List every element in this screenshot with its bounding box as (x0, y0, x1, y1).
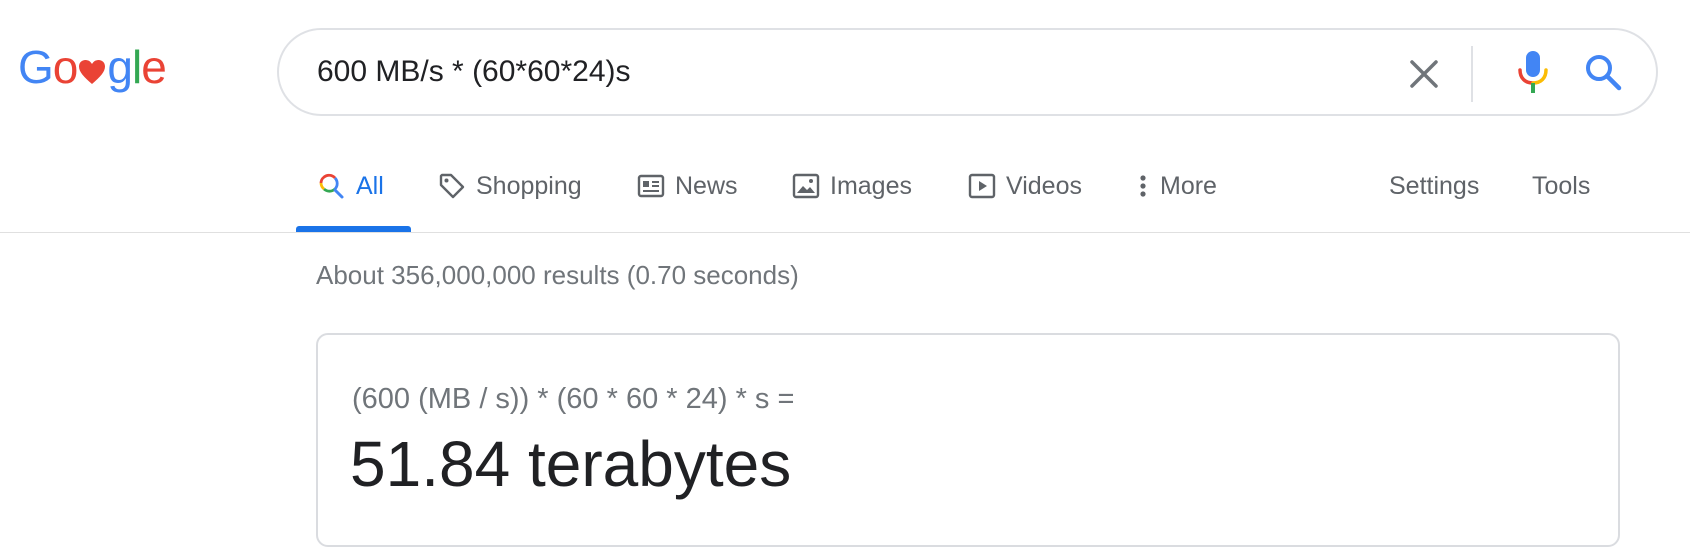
settings-link[interactable]: Settings (1389, 166, 1479, 206)
google-logo[interactable]: Go gle (18, 40, 167, 96)
tab-images-label: Images (830, 171, 912, 200)
tab-news[interactable]: News (637, 166, 738, 206)
image-icon (792, 173, 820, 199)
logo-letter-g: G (18, 41, 54, 93)
logo-letter-e: e (141, 41, 167, 93)
calculator-card: (600 (MB / s)) * (60 * 60 * 24) * s = 51… (316, 333, 1620, 547)
logo-letter-l: l (131, 41, 142, 93)
tabs-divider (0, 232, 1690, 233)
search-input[interactable] (317, 52, 1317, 92)
tab-videos[interactable]: Videos (968, 166, 1082, 206)
search-box (277, 28, 1658, 116)
search-icon (319, 173, 344, 199)
tools-label: Tools (1532, 171, 1591, 200)
result-stats: About 356,000,000 results (0.70 seconds) (316, 260, 799, 290)
voice-search-button[interactable] (1511, 48, 1555, 98)
play-icon (968, 173, 996, 199)
tab-videos-label: Videos (1006, 171, 1082, 200)
search-icon (1586, 55, 1622, 91)
tab-all[interactable]: All (316, 166, 384, 206)
close-icon (1410, 60, 1438, 88)
heart-icon (79, 60, 106, 84)
calculator-result: 51.84 terabytes (350, 428, 792, 500)
microphone-icon (1518, 51, 1548, 93)
search-box-divider (1471, 46, 1473, 102)
settings-label: Settings (1389, 171, 1480, 200)
logo-letter-g2: g (107, 41, 133, 93)
more-vert-icon (1140, 175, 1146, 197)
tab-images[interactable]: Images (792, 166, 912, 206)
tab-more[interactable]: More (1136, 166, 1217, 206)
tools-link[interactable]: Tools (1532, 166, 1590, 206)
clear-button[interactable] (1404, 54, 1444, 94)
tab-shopping[interactable]: Shopping (438, 166, 582, 206)
tab-more-label: More (1160, 171, 1217, 200)
tab-news-label: News (675, 171, 738, 200)
logo-letter-o: o (52, 41, 79, 93)
calculator-expression: (600 (MB / s)) * (60 * 60 * 24) * s = (352, 383, 795, 415)
tab-all-label: All (356, 171, 384, 200)
tag-icon (439, 173, 465, 199)
newspaper-icon (637, 174, 665, 198)
search-button[interactable] (1581, 50, 1625, 94)
tab-shopping-label: Shopping (476, 171, 582, 200)
